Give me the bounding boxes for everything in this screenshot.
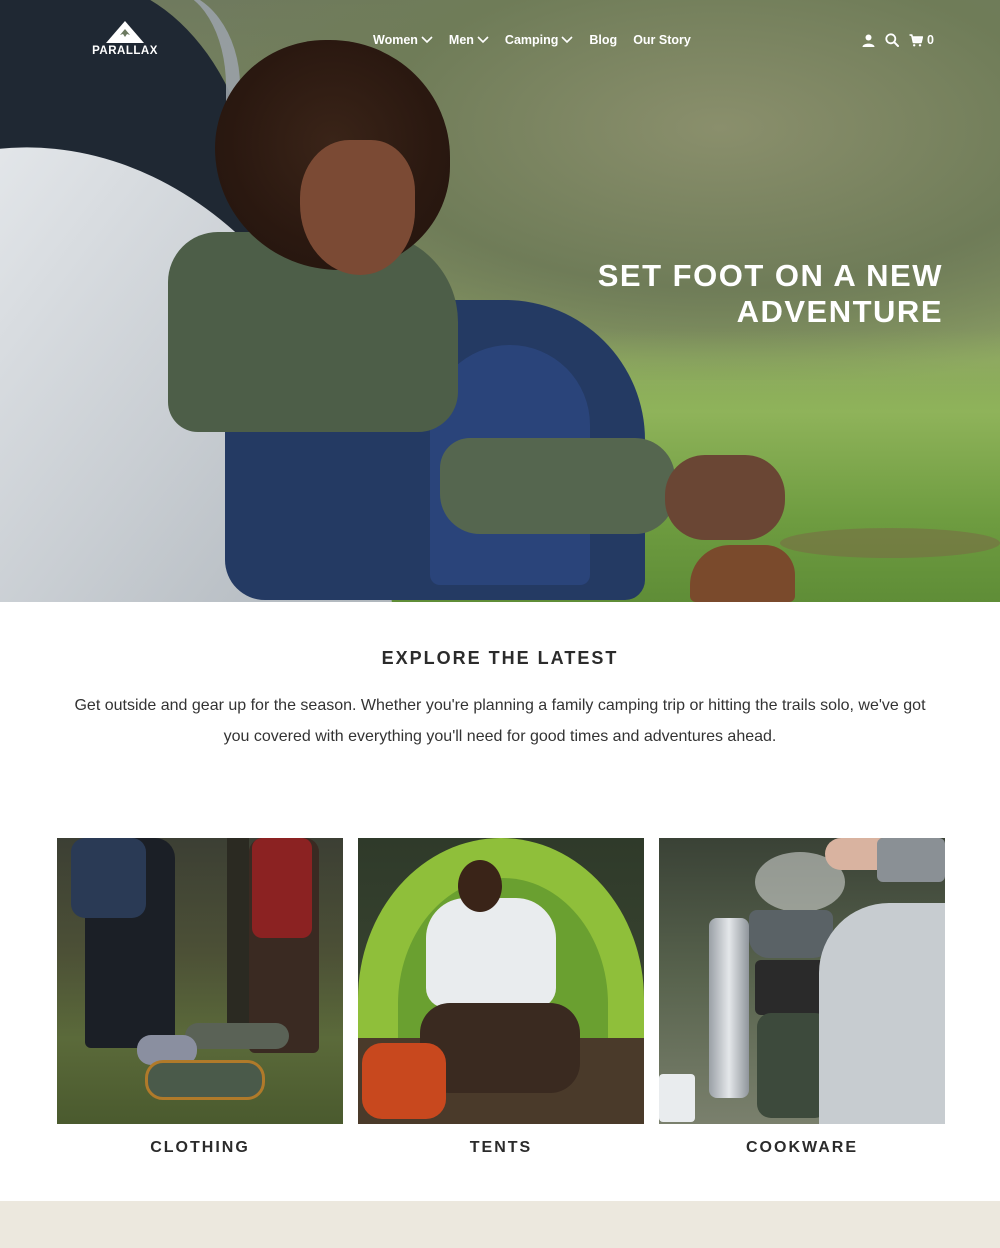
hero-person-hand bbox=[665, 455, 785, 540]
collection-card-clothing[interactable]: CLOTHING bbox=[57, 838, 343, 1157]
chevron-down-icon bbox=[421, 36, 433, 44]
brand-name: PARALLAX bbox=[92, 45, 158, 57]
cart-count: 0 bbox=[927, 33, 934, 47]
chevron-down-icon bbox=[561, 36, 573, 44]
collection-label: TENTS bbox=[469, 1139, 533, 1156]
red-vest bbox=[252, 838, 312, 938]
nav-item-women[interactable]: Women bbox=[373, 31, 433, 49]
hero-heading: SET FOOT ON A NEW ADVENTURE bbox=[523, 258, 943, 330]
account-button[interactable] bbox=[862, 34, 875, 47]
nav-item-our-story[interactable]: Our Story bbox=[633, 31, 691, 49]
collection-label: COOKWARE bbox=[746, 1139, 858, 1156]
sleeve bbox=[877, 838, 945, 882]
nav-item-label: Men bbox=[448, 33, 474, 47]
collection-image-tents bbox=[358, 838, 644, 1124]
collection-card-tents[interactable]: TENTS bbox=[358, 838, 644, 1157]
nav-item-label: Women bbox=[373, 33, 418, 47]
nav-item-label: Blog bbox=[589, 33, 618, 47]
hero-person-arm bbox=[440, 438, 675, 534]
nav-item-men[interactable]: Men bbox=[449, 31, 489, 49]
sleeping-mat bbox=[185, 1023, 289, 1049]
hero-heading-line2: ADVENTURE bbox=[736, 294, 943, 329]
person-head bbox=[458, 860, 502, 912]
cart-button[interactable]: 0 bbox=[909, 33, 934, 47]
cart-icon bbox=[909, 33, 923, 46]
footer-band bbox=[0, 1201, 1000, 1248]
chevron-down-icon bbox=[477, 36, 489, 44]
collection-grid: CLOTHING TENTS COOKWARE bbox=[57, 838, 945, 1168]
hero-person-face bbox=[300, 140, 415, 275]
duffel-bag bbox=[145, 1060, 265, 1100]
person-shirt bbox=[426, 898, 556, 1008]
cooking-pot bbox=[749, 910, 833, 958]
user-icon bbox=[862, 34, 875, 47]
hero-dirt-patch bbox=[780, 528, 1000, 558]
hero-person-boot bbox=[690, 545, 795, 602]
tree bbox=[227, 838, 249, 1038]
nav-item-label: Our Story bbox=[633, 33, 691, 47]
nav-item-camping[interactable]: Camping bbox=[505, 31, 573, 49]
collection-label: CLOTHING bbox=[150, 1139, 250, 1156]
nav-item-blog[interactable]: Blog bbox=[589, 31, 617, 49]
sweater-arm bbox=[819, 903, 945, 1124]
collection-image-clothing bbox=[57, 838, 343, 1124]
brand-logo[interactable]: PARALLAX bbox=[92, 20, 158, 62]
section-description: Get outside and gear up for the season. … bbox=[74, 697, 926, 745]
hero-banner: SET FOOT ON A NEW ADVENTURE bbox=[0, 0, 1000, 602]
main-nav: Women Men Camping Blog Our Story bbox=[373, 31, 691, 49]
enamel-mug bbox=[659, 1074, 695, 1122]
hero-heading-line1: SET FOOT ON A NEW bbox=[597, 258, 943, 293]
collection-image-cookware bbox=[659, 838, 945, 1124]
nav-item-label: Camping bbox=[504, 33, 559, 47]
section-title: EXPLORE THE LATEST bbox=[381, 648, 619, 668]
puffer-vest bbox=[71, 838, 146, 918]
mountain-logo-icon bbox=[106, 21, 144, 43]
header-utilities: 0 bbox=[862, 31, 934, 49]
search-button[interactable] bbox=[885, 33, 899, 47]
backpack bbox=[362, 1043, 446, 1119]
water-bottle bbox=[709, 918, 749, 1098]
collection-card-cookware[interactable]: COOKWARE bbox=[659, 838, 945, 1157]
search-icon bbox=[885, 33, 899, 47]
